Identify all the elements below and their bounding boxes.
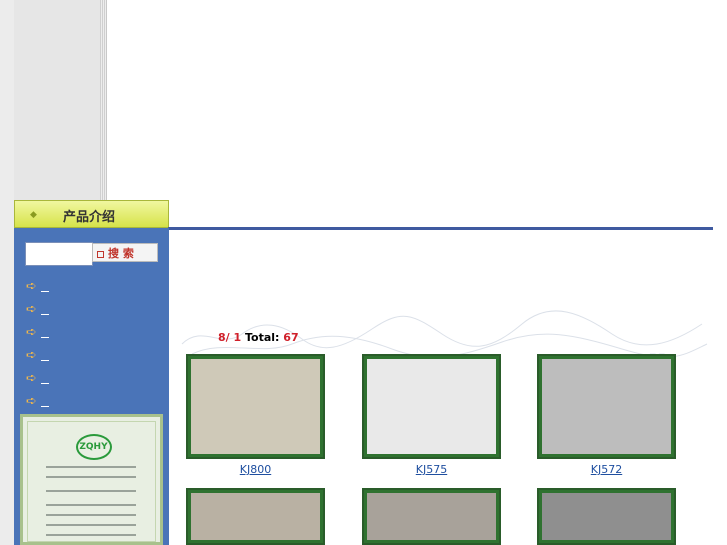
menu-item-label (41, 360, 49, 361)
product-code-link[interactable]: KJ575 (362, 463, 501, 476)
menu-item-label (41, 291, 49, 292)
product-photo (367, 359, 496, 454)
product-photo (191, 493, 320, 540)
sidebar-menu-item-1[interactable]: ➪ (26, 280, 156, 296)
product-code-link[interactable]: KJ572 (537, 463, 676, 476)
search-button[interactable]: 搜 索 (92, 243, 158, 262)
quality-certificate-image[interactable]: ZQHY (20, 414, 163, 545)
product-thumbnail[interactable] (362, 488, 501, 545)
sidebar-menu-item-4[interactable]: ➪ (26, 349, 156, 365)
menu-item-label (41, 314, 49, 315)
bullet-icon: ◆ (30, 210, 37, 220)
header-divider (168, 227, 713, 230)
certificate-text-line (46, 466, 136, 468)
left-margin-strip (0, 0, 14, 545)
page-current: 8/ 1 (218, 331, 242, 344)
search-input[interactable] (25, 242, 93, 266)
sidebar-header: ◆ 产品介绍 (14, 200, 169, 228)
product-thumbnail[interactable] (537, 488, 676, 545)
top-left-panel (14, 0, 107, 200)
product-thumbnail[interactable] (537, 354, 676, 459)
product-photo (191, 359, 320, 454)
product-thumbnail[interactable] (362, 354, 501, 459)
arrow-right-icon: ➪ (26, 371, 37, 386)
certificate-frame: ZQHY (27, 421, 156, 542)
arrow-right-icon: ➪ (26, 279, 37, 294)
menu-item-label (41, 383, 49, 384)
certificate-text-line (46, 476, 136, 478)
product-thumbnail[interactable] (186, 488, 325, 545)
total-label: Total: (245, 331, 280, 344)
menu-item-label (41, 406, 49, 407)
certificate-text-line (46, 490, 136, 492)
menu-item-label (41, 337, 49, 338)
total-count: 67 (283, 331, 299, 344)
arrow-right-icon: ➪ (26, 394, 37, 409)
search-button-label: 搜 索 (108, 247, 134, 260)
pagination-info: 8/ 1 Total: 67 (218, 331, 299, 344)
product-photo (542, 359, 671, 454)
product-code-link[interactable]: KJ800 (186, 463, 325, 476)
certificate-text-line (46, 504, 136, 506)
product-photo (542, 493, 671, 540)
square-icon (97, 250, 104, 258)
certificate-text-line (46, 524, 136, 526)
certificate-text-line (46, 514, 136, 516)
product-photo (367, 493, 496, 540)
sidebar-title: 产品介绍 (63, 210, 116, 225)
product-thumbnail[interactable] (186, 354, 325, 459)
certificate-text-line (46, 534, 136, 536)
arrow-right-icon: ➪ (26, 302, 37, 317)
sidebar-menu-item-3[interactable]: ➪ (26, 326, 156, 342)
sidebar-menu-item-6[interactable]: ➪ (26, 395, 156, 411)
certificate-logo: ZQHY (75, 434, 112, 460)
sidebar-menu-item-2[interactable]: ➪ (26, 303, 156, 319)
scrollbar[interactable] (100, 0, 106, 200)
arrow-right-icon: ➪ (26, 348, 37, 363)
sidebar-menu-item-5[interactable]: ➪ (26, 372, 156, 388)
arrow-right-icon: ➪ (26, 325, 37, 340)
